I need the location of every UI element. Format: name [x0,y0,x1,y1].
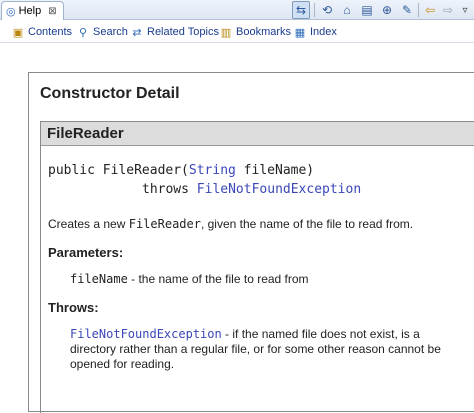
help-content: Constructor Detail FileReader public Fil… [0,44,474,413]
back-icon[interactable]: ⇦ [421,1,439,19]
help-view-tab[interactable]: ◎ Help ⊠ [1,1,64,20]
throws-item: FileNotFoundException - if the named fil… [70,327,460,372]
search-label: Search [93,26,128,38]
forward-icon[interactable]: ⇨ [439,1,457,19]
signature-suffix: fileName) [235,163,315,178]
throws-exception-link[interactable]: FileNotFoundException [70,327,222,341]
bookmarks-icon: ▥ [220,26,232,39]
member-description: Creates a new FileReader, given the name… [48,217,413,231]
signature-prefix: public FileReader( [48,163,189,178]
book-icon: ▣ [12,26,24,39]
contents-link[interactable]: ▣ Contents [12,24,72,40]
help-tab-label: Help [18,5,42,17]
description-code: FileReader [128,217,201,231]
bookmarks-link[interactable]: ▥ Bookmarks [220,24,291,40]
home-icon[interactable]: ⌂ [338,1,356,19]
exception-type-link[interactable]: FileNotFoundException [197,182,361,197]
signature-line-2: throws FileNotFoundException [142,182,361,197]
member-detail-box: FileReader public FileReader(String file… [40,121,474,413]
help-nav-bar: ▣ Contents ⚲ Search ⇄ Related Topics ▥ B… [0,21,474,43]
help-icon: ◎ [6,5,16,18]
close-icon[interactable]: ⊠ [48,6,56,17]
member-header: FileReader [41,122,474,146]
related-topics-link[interactable]: ⇄ Related Topics [131,24,219,40]
index-icon: ▦ [294,26,306,39]
bookmarks-label: Bookmarks [236,26,292,38]
section-title: Constructor Detail [40,85,180,102]
description-prefix: Creates a new [48,217,129,231]
index-label: Index [310,26,337,38]
related-topics-icon: ⇄ [132,26,142,39]
link-with-contents-icon[interactable]: ⟲ [318,1,336,19]
parameter-name: fileName [70,272,128,286]
member-name: FileReader [47,125,124,142]
throws-label: Throws: [48,300,99,315]
throws-keyword: throws [142,182,197,197]
index-link[interactable]: ▦ Index [294,24,337,40]
signature-line-1: public FileReader(String fileName) [48,163,314,178]
related-topics-label: Related Topics [147,26,219,38]
view-menu-icon[interactable]: ▿ [456,1,474,19]
parameter-description: - the name of the file to read from [127,272,309,286]
toolbar-separator [418,3,419,17]
toolbar-separator [314,3,315,17]
search-icon: ⚲ [78,26,88,39]
show-in-contents-icon[interactable]: ⇆ [292,1,310,19]
string-type-link[interactable]: String [189,163,236,178]
contents-label: Contents [28,26,73,38]
parameters-label: Parameters: [48,245,124,260]
highlight-icon[interactable]: ✎ [398,1,416,19]
search-link[interactable]: ⚲ Search [77,24,128,40]
print-icon[interactable]: ▤ [358,1,376,19]
view-tab-bar: ◎ Help ⊠ ⇆ ⟲ ⌂ ▤ ⊕ ✎ ⇦ ⇨ ▿ [0,0,474,20]
bookmark-add-icon[interactable]: ⊕ [378,1,396,19]
description-suffix: , given the name of the file to read fro… [200,217,414,231]
constructor-detail-section: Constructor Detail FileReader public Fil… [28,72,474,413]
parameter-item: fileName - the name of the file to read … [70,272,309,286]
